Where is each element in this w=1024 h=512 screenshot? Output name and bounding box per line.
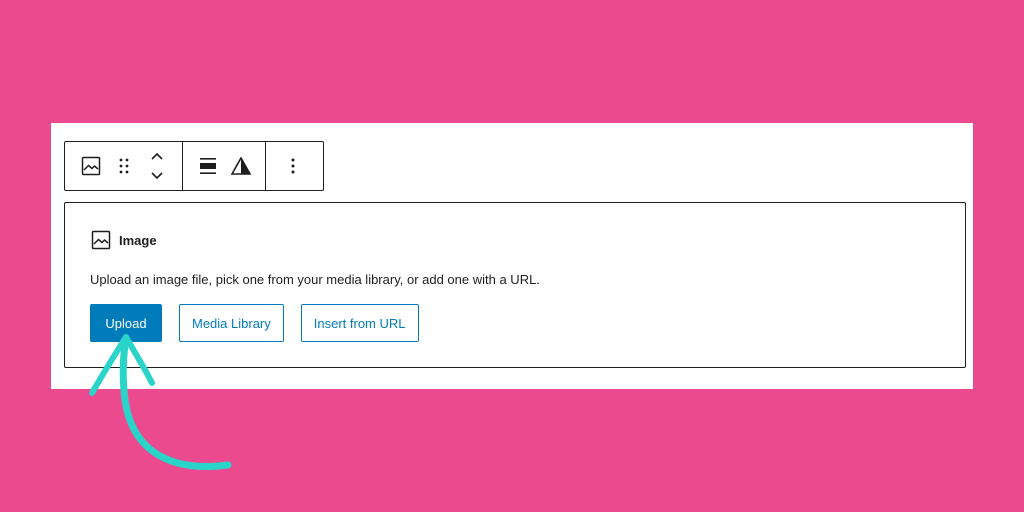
triangle-icon [230,157,251,175]
block-title: Image [91,230,157,250]
move-up-down-icon [150,152,163,180]
insert-from-url-button[interactable]: Insert from URL [300,304,419,342]
image-icon [91,230,111,250]
duotone-button[interactable] [224,142,257,190]
toolbar-group-options [265,142,319,190]
move-up-down-button[interactable] [140,142,173,190]
toolbar-group-align [182,142,265,190]
align-icon [199,158,216,174]
block-title-label: Image [119,232,157,248]
drag-handle[interactable] [107,142,140,190]
drag-handle-icon [119,158,128,174]
more-options-button[interactable] [276,142,309,190]
toolbar-group-block [65,142,182,190]
block-description: Upload an image file, pick one from your… [90,272,540,287]
more-options-icon [291,158,294,174]
align-button[interactable] [191,142,224,190]
block-toolbar [64,141,324,191]
pointer-arrow-icon [89,334,232,470]
image-icon [81,156,100,176]
image-block-icon[interactable] [74,142,107,190]
